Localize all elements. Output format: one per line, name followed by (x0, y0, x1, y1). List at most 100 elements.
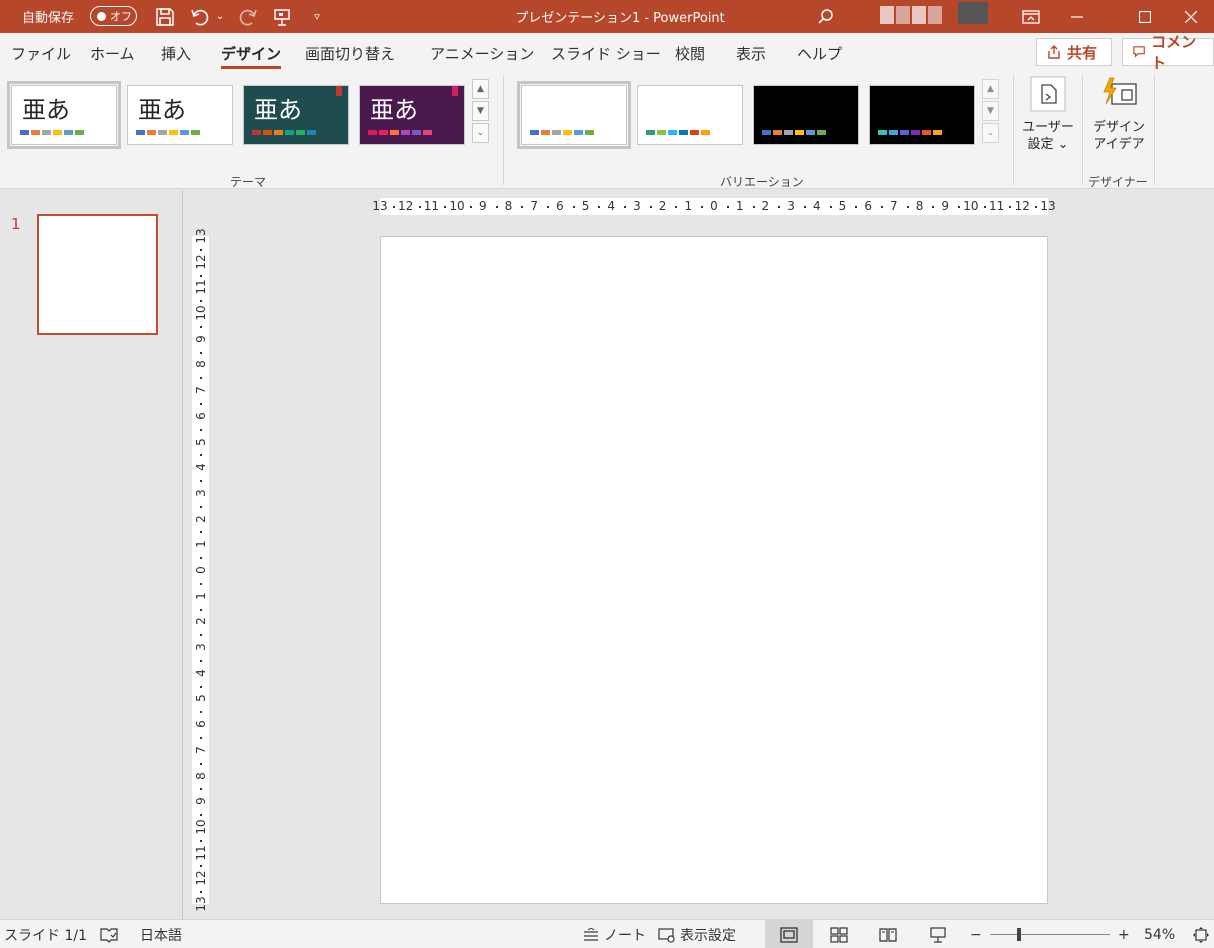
ruler-label: 8 (194, 771, 208, 780)
ruler-label: 7 (194, 746, 208, 754)
autosave-toggle[interactable]: オフ (90, 4, 137, 28)
customize-label-2: 設定 ⌄ (1027, 137, 1069, 152)
redo-icon[interactable] (236, 0, 260, 33)
zoom-slider-thumb[interactable] (1017, 928, 1021, 941)
undo-dropdown-icon[interactable]: ⌄ (214, 0, 226, 33)
variants-down-icon[interactable]: ▼ (982, 101, 999, 121)
customize-qat-icon[interactable]: ▿ (308, 0, 326, 33)
language-indicator[interactable]: 日本語 (140, 920, 182, 948)
variants-up-icon[interactable]: ▲ (982, 79, 999, 99)
tab-slideshow[interactable]: スライド ショー (551, 41, 661, 65)
tab-design[interactable]: デザイン (221, 41, 282, 69)
variant-thumbnail-4[interactable] (869, 85, 975, 145)
design-ideas-label-2: アイデア (1093, 137, 1145, 152)
ruler-label: 10 (449, 199, 465, 213)
present-from-start-icon[interactable] (270, 0, 294, 33)
customize-button[interactable]: ユーザー 設定 ⌄ (1020, 75, 1076, 153)
ribbon-tabs: ファイル ホーム 挿入 デザイン 画面切り替え アニメーション スライド ショー… (0, 33, 1214, 72)
slideshow-icon (930, 926, 946, 943)
tab-help[interactable]: ヘルプ (797, 41, 842, 65)
reading-view-button[interactable] (864, 920, 912, 948)
theme-color-swatches (20, 130, 84, 135)
gallery-down-icon[interactable]: ▼ (472, 101, 489, 121)
variant-thumbnail-1[interactable] (517, 81, 631, 149)
vertical-ruler: 13 12 11 10 9 8 7 6 5 4 3 2 1 0 1 2 3 4 5 6 7 8 9 10 11 12 13 (192, 228, 209, 912)
notes-button[interactable]: ノート (582, 920, 646, 948)
slide-canvas[interactable] (380, 236, 1048, 904)
zoom-out-button[interactable]: − (970, 920, 982, 948)
ruler-label: 6 (194, 720, 208, 728)
share-label: 共有 (1067, 43, 1098, 62)
theme-thumbnail-glyph: 亜あ (370, 96, 418, 124)
autosave-label: 自動保存 (22, 11, 75, 26)
ruler-label: 5 (194, 437, 208, 446)
save-icon[interactable] (152, 0, 178, 33)
tab-animations[interactable]: アニメーション (430, 41, 534, 65)
slide-thumbnail-pane: 1 (0, 190, 183, 919)
ruler-label: 1 (194, 591, 208, 600)
undo-icon[interactable] (188, 0, 212, 33)
avatar[interactable] (958, 2, 988, 24)
tab-review[interactable]: 校閲 (675, 41, 705, 65)
theme-thumbnail-office-theme[interactable]: 亜あ (7, 81, 121, 149)
autosave-state: オフ (110, 10, 132, 23)
tab-file[interactable]: ファイル (11, 41, 71, 65)
fit-to-window-icon[interactable] (1192, 920, 1210, 948)
zoom-level[interactable]: 54% (1144, 920, 1175, 948)
comments-button[interactable]: コメント (1122, 33, 1214, 72)
ruler-label: 2 (761, 199, 770, 213)
tab-transitions[interactable]: 画面切り替え (305, 41, 395, 65)
share-button[interactable]: 共有 (1036, 38, 1112, 66)
reading-view-icon (879, 927, 897, 942)
gallery-more-icon[interactable]: ⌄ (472, 123, 489, 143)
ruler-label: 12 (194, 254, 208, 270)
comment-icon (1133, 46, 1145, 58)
ruler-label: 4 (194, 463, 208, 472)
theme-thumbnail-office-theme-2[interactable]: 亜あ (127, 85, 233, 145)
theme-thumbnail-glyph: 亜あ (254, 96, 302, 124)
design-ideas-button[interactable]: デザイン アイデア (1090, 75, 1148, 153)
slideshow-button[interactable] (914, 920, 962, 948)
minimize-icon[interactable] (1054, 0, 1100, 33)
slide-size-icon (1029, 75, 1067, 113)
close-icon[interactable] (1168, 0, 1214, 33)
variant-color-swatches (762, 130, 826, 135)
slide-count: スライド 1/1 (4, 927, 87, 944)
ruler-label: 3 (787, 199, 795, 213)
title-bar: 自動保存 オフ ⌄ ▿ プレゼンテーション1 - PowerPoint (0, 0, 1214, 40)
gallery-up-icon[interactable]: ▲ (472, 79, 489, 99)
customize-label-1: ユーザー (1022, 120, 1074, 135)
ruler-label: 12 (398, 199, 414, 213)
ruler-label: 0 (194, 566, 208, 574)
theme-color-swatches (252, 130, 316, 135)
notes-label: ノート (604, 927, 646, 944)
tab-home[interactable]: ホーム (90, 41, 135, 65)
zoom-slider[interactable] (990, 934, 1110, 935)
tab-view[interactable]: 表示 (736, 41, 766, 65)
accessibility-icon[interactable] (100, 920, 118, 948)
variant-thumbnail-3[interactable] (753, 85, 859, 145)
tab-insert[interactable]: 挿入 (161, 41, 191, 65)
ruler-label: 0 (710, 199, 718, 213)
ruler-label: 4 (194, 668, 208, 677)
variants-gallery-scroll: ▲ ▼ ⌄ (982, 79, 999, 143)
theme-thumbnail-purple-theme[interactable]: 亜あ (359, 85, 465, 145)
zoom-in-button[interactable]: + (1118, 920, 1130, 948)
ruler-label: 8 (504, 199, 513, 213)
maximize-icon[interactable] (1122, 0, 1168, 33)
variants-more-icon[interactable]: ⌄ (982, 123, 999, 143)
ruler-label: 9 (194, 797, 208, 806)
variant-thumbnail-2[interactable] (637, 85, 743, 145)
theme-thumbnail-teal-theme[interactable]: 亜あ (243, 85, 349, 145)
document-title: プレゼンテーション1 - PowerPoint (515, 11, 725, 26)
ribbon-display-options-icon[interactable] (1008, 0, 1054, 33)
slide-sorter-button[interactable] (815, 920, 863, 948)
search-icon[interactable] (812, 0, 840, 33)
notes-icon (584, 927, 598, 941)
normal-view-button[interactable] (765, 920, 813, 948)
ruler-label: 9 (478, 199, 487, 213)
slide-thumbnail[interactable] (37, 214, 158, 335)
theme-thumbnail-glyph: 亜あ (138, 96, 186, 124)
ruler-label: 2 (658, 199, 667, 213)
display-settings-button[interactable]: 表示設定 (658, 920, 736, 948)
